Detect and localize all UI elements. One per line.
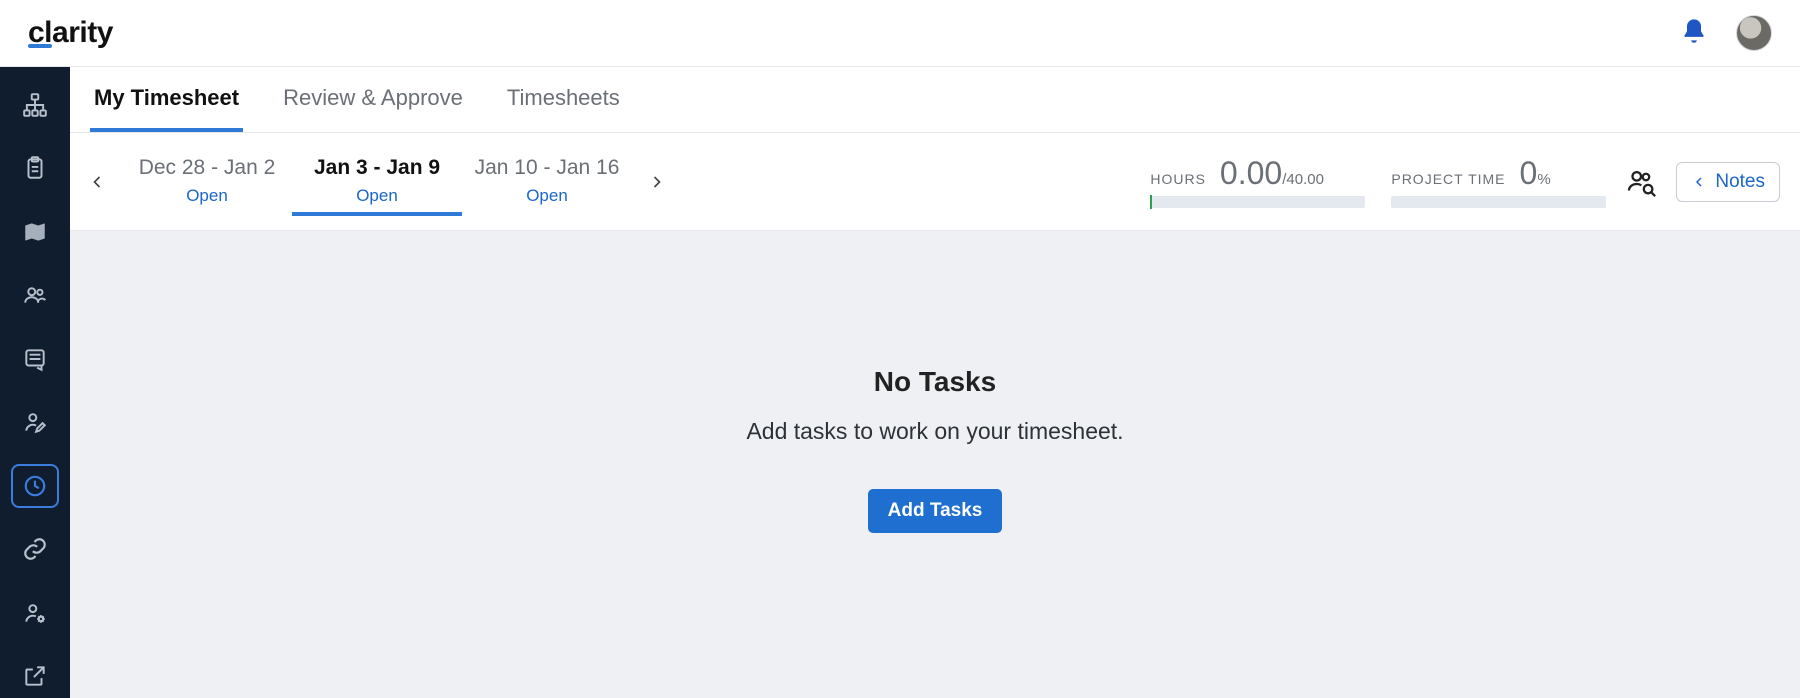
stats: HOURS 0.00/40.00 PROJECT TIME 0% [1150,155,1606,208]
chevron-left-icon [87,172,107,192]
sidebar-item-link[interactable] [11,528,59,571]
periods: Dec 28 - Jan 2 Open Jan 3 - Jan 9 Open J… [122,148,632,216]
period-bar: Dec 28 - Jan 2 Open Jan 3 - Jan 9 Open J… [70,133,1800,231]
left-sidebar [0,67,70,698]
form-icon [22,346,48,372]
stat-project-time: PROJECT TIME 0% [1391,155,1606,208]
content: My Timesheet Review & Approve Timesheets… [70,67,1800,698]
top-bar: clarity [0,0,1800,67]
stat-project-time-bar [1391,196,1606,208]
clock-icon [22,473,48,499]
period-current-week[interactable]: Jan 3 - Jan 9 Open [292,148,462,216]
sidebar-item-clipboard[interactable] [11,146,59,189]
stat-hours-bar [1150,196,1365,208]
period-status: Open [466,186,628,206]
chevron-left-icon [1691,174,1707,190]
link-icon [22,536,48,562]
tab-my-timesheet[interactable]: My Timesheet [90,67,243,132]
stat-hours-suffix: /40.00 [1282,171,1324,188]
timesheet-workspace: No Tasks Add tasks to work on your times… [70,231,1800,698]
sitemap-icon [22,92,48,118]
user-settings-icon [22,600,48,626]
clipboard-icon [22,155,48,181]
period-status: Open [296,186,458,206]
period-status: Open [126,186,288,206]
tab-timesheets[interactable]: Timesheets [503,67,624,132]
sidebar-item-user-settings[interactable] [11,591,59,634]
tab-bar: My Timesheet Review & Approve Timesheets [70,67,1800,133]
sidebar-item-form[interactable] [11,337,59,380]
people-icon [22,282,48,308]
notes-button[interactable]: Notes [1676,162,1780,202]
chevron-right-icon [647,172,667,192]
period-range: Jan 3 - Jan 9 [296,156,458,180]
logo-underline [28,44,52,48]
period-next-week[interactable]: Jan 10 - Jan 16 Open [462,148,632,216]
period-prev-button[interactable] [80,165,114,199]
notes-button-label: Notes [1715,171,1765,193]
stat-project-time-value: 0 [1520,155,1538,191]
external-link-icon [22,663,48,689]
map-icon [22,219,48,245]
empty-state-subtitle: Add tasks to work on your timesheet. [746,418,1123,445]
period-prev-week[interactable]: Dec 28 - Jan 2 Open [122,148,292,216]
sidebar-item-sitemap[interactable] [11,83,59,126]
people-search-icon [1624,165,1658,199]
edit-user-icon [22,409,48,435]
stat-hours-value: 0.00 [1220,155,1282,191]
stat-project-time-suffix: % [1537,171,1550,188]
period-next-button[interactable] [640,165,674,199]
period-nav: Dec 28 - Jan 2 Open Jan 3 - Jan 9 Open J… [80,148,674,216]
empty-state-title: No Tasks [874,366,996,398]
sidebar-item-map[interactable] [11,210,59,253]
people-search-button[interactable] [1624,165,1658,199]
period-range: Dec 28 - Jan 2 [126,156,288,180]
stat-hours: HOURS 0.00/40.00 [1150,155,1365,208]
main-area: My Timesheet Review & Approve Timesheets… [0,67,1800,698]
stat-project-time-label: PROJECT TIME [1391,171,1505,187]
period-range: Jan 10 - Jan 16 [466,156,628,180]
sidebar-item-external[interactable] [11,655,59,698]
topbar-right [1680,15,1772,51]
add-tasks-button[interactable]: Add Tasks [868,489,1003,533]
stat-hours-label: HOURS [1150,171,1206,187]
app-logo: clarity [28,16,113,50]
sidebar-item-edit-user[interactable] [11,400,59,443]
tab-review-approve[interactable]: Review & Approve [279,67,467,132]
sidebar-item-people[interactable] [11,273,59,316]
user-avatar[interactable] [1736,15,1772,51]
sidebar-item-timesheet[interactable] [11,464,59,508]
notifications-bell-icon[interactable] [1680,17,1708,50]
